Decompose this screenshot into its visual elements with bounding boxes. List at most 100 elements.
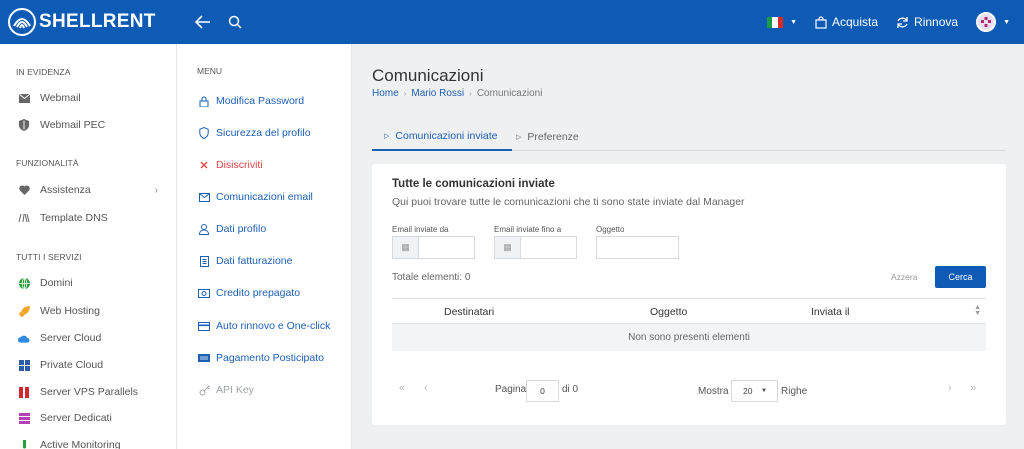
next-page-icon[interactable]: › <box>948 382 952 394</box>
monitor-icon <box>18 439 30 449</box>
filter-subject-input[interactable] <box>596 236 679 259</box>
envelope-icon <box>198 191 210 203</box>
reset-button[interactable]: Azzera <box>891 272 917 282</box>
sidebar-item-template-dns[interactable]: Template DNS <box>18 209 168 227</box>
breadcrumb-home[interactable]: Home <box>372 88 399 99</box>
calendar-icon: ▦ <box>495 237 521 258</box>
page-size-value: 20 <box>743 386 753 396</box>
sidebar-item-server-vps-parallels[interactable]: Server VPS Parallels <box>18 383 168 401</box>
money-icon <box>198 287 210 299</box>
shield-icon <box>198 127 210 139</box>
sidebar-item-label: Server Cloud <box>40 332 102 344</box>
page-label: Pagina <box>495 384 527 395</box>
sidebar-item-active-monitoring[interactable]: Active Monitoring <box>18 436 168 449</box>
sidebar-item-assistenza[interactable]: Assistenza › <box>18 181 168 199</box>
tab-preferences[interactable]: ▷ Preferenze <box>516 122 579 151</box>
sidebar-item-domini[interactable]: Domini <box>18 274 168 292</box>
sidebar: IN EVIDENZA Webmail Webmail PEC FUNZIONA… <box>0 44 177 449</box>
back-arrow-icon[interactable] <box>193 12 213 32</box>
renew-link[interactable]: Rinnova <box>896 15 958 29</box>
key-icon <box>198 384 210 396</box>
italy-flag-icon <box>767 16 784 28</box>
sidebar-item-server-cloud[interactable]: Server Cloud <box>18 329 168 347</box>
search-icon[interactable] <box>225 12 245 32</box>
breadcrumb: Home › Mario Rossi › Comunicazioni <box>372 88 542 99</box>
chevron-right-icon: › <box>403 89 407 98</box>
page-total-label: di 0 <box>562 384 579 395</box>
menu-item-prepaid-credit[interactable]: Credito prepagato <box>198 284 300 302</box>
shell-logo-icon <box>8 8 36 36</box>
menu-item-change-password[interactable]: Modifica Password <box>198 92 304 110</box>
sidebar-item-private-cloud[interactable]: Private Cloud <box>18 356 168 374</box>
sidebar-item-label: Webmail <box>40 92 81 104</box>
language-selector[interactable]: ▼ <box>767 16 797 28</box>
menu-item-profile-data[interactable]: Dati profilo <box>198 220 266 238</box>
brand-name: SHELLRENT <box>39 11 156 32</box>
menu-item-label: Sicurezza del profilo <box>216 127 311 139</box>
sidebar-item-webmail[interactable]: Webmail <box>18 89 168 107</box>
credit-card-icon <box>198 320 210 332</box>
filter-from-label: Email inviate da <box>392 225 449 234</box>
column-sent-date[interactable]: Inviata il <box>811 306 850 318</box>
menu-item-label: Dati fatturazione <box>216 255 293 267</box>
close-icon <box>198 159 210 171</box>
menu-item-label: Comunicazioni email <box>216 191 313 203</box>
sidebar-item-label: Private Cloud <box>40 359 104 371</box>
rocket-icon <box>18 305 30 317</box>
page-size-select[interactable]: 20 ▼ <box>731 380 778 402</box>
profile-menu: MENU Modifica Password Sicurezza del pro… <box>177 44 352 449</box>
avatar <box>976 12 997 32</box>
menu-item-label: Credito prepagato <box>216 287 301 299</box>
menu-title: MENU <box>197 66 223 76</box>
purchase-link[interactable]: Acquista <box>815 15 878 29</box>
menu-item-deferred-payment[interactable]: Pagamento Posticipato <box>198 349 324 367</box>
tab-label: Preferenze <box>527 130 579 143</box>
filter-to-date-input[interactable]: ▦ <box>494 236 577 259</box>
chevron-down-icon: ▼ <box>761 388 767 394</box>
page-number-input[interactable]: 0 <box>526 380 559 402</box>
menu-item-label: Auto rinnovo e One-click <box>216 320 331 332</box>
menu-item-billing-data[interactable]: Dati fatturazione <box>198 252 292 270</box>
first-page-icon[interactable]: « <box>399 382 405 394</box>
user-icon <box>198 223 210 235</box>
sidebar-item-label: Server VPS Parallels <box>40 386 139 398</box>
menu-item-profile-security[interactable]: Sicurezza del profilo <box>198 124 311 142</box>
sidebar-item-label: Webmail PEC <box>40 119 106 131</box>
purchase-label: Acquista <box>832 15 879 29</box>
sidebar-item-server-dedicati[interactable]: Server Dedicati <box>18 409 168 427</box>
play-icon: ▷ <box>384 132 390 140</box>
column-subject[interactable]: Oggetto <box>650 306 687 318</box>
menu-item-email-communications[interactable]: Comunicazioni email <box>198 188 313 206</box>
sidebar-item-web-hosting[interactable]: Web Hosting <box>18 302 168 320</box>
visa-icon <box>198 352 210 364</box>
play-icon: ▷ <box>516 133 522 141</box>
sidebar-item-label: Web Hosting <box>40 305 100 317</box>
tab-bar: ▷ Comunicazioni inviate ▷ Preferenze <box>372 122 1006 151</box>
brand-logo[interactable]: SHELLRENT <box>8 8 156 36</box>
section-title-all-services: TUTTI I SERVIZI <box>16 252 82 262</box>
column-recipients[interactable]: Destinatari <box>444 306 494 318</box>
sort-icon[interactable]: ▲ ▼ <box>974 304 981 317</box>
chevron-right-icon: › <box>154 184 158 196</box>
search-button[interactable]: Cerca <box>935 266 986 288</box>
menu-item-label: Dati profilo <box>216 223 267 235</box>
breadcrumb-user[interactable]: Mario Rossi <box>411 88 464 99</box>
filter-to-label: Email inviate fino a <box>494 225 562 234</box>
globe-icon <box>18 277 30 289</box>
previous-page-icon[interactable]: ‹ <box>424 382 428 394</box>
card-subtitle: Qui puoi trovare tutte le comunicazioni … <box>392 196 745 208</box>
menu-item-api-key[interactable]: API Key <box>198 381 254 399</box>
shield-icon <box>18 119 30 131</box>
filter-from-date-input[interactable]: ▦ <box>392 236 475 259</box>
renew-label: Rinnova <box>914 15 959 29</box>
menu-item-unsubscribe[interactable]: Disiscriviti <box>198 156 263 174</box>
sidebar-item-label: Template DNS <box>40 212 108 224</box>
main-content: Comunicazioni Home › Mario Rossi › Comun… <box>352 44 1024 449</box>
user-menu[interactable]: ▼ <box>976 12 1010 32</box>
last-page-icon[interactable]: » <box>970 382 976 394</box>
communications-card: Tutte le comunicazioni inviate Qui puoi … <box>372 164 1006 425</box>
menu-item-auto-renew[interactable]: Auto rinnovo e One-click <box>198 317 330 335</box>
sidebar-item-webmail-pec[interactable]: Webmail PEC <box>18 116 168 134</box>
grid-icon <box>18 359 30 371</box>
tab-sent-communications[interactable]: ▷ Comunicazioni inviate <box>372 122 512 151</box>
